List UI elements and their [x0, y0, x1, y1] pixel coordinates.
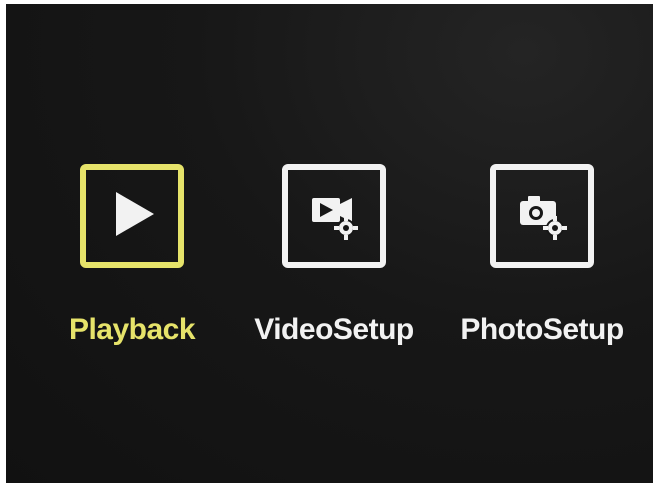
photo-settings-icon — [512, 184, 572, 249]
video-settings-icon — [304, 184, 364, 249]
menu-item-photosetup[interactable]: PhotoSetup — [442, 164, 642, 354]
playback-tile[interactable] — [80, 164, 184, 268]
camera-menu-screen: Playback VideoSetup PhotoSetup — [6, 4, 653, 483]
videosetup-label: VideoSetup — [254, 313, 414, 346]
photosetup-tile[interactable] — [490, 164, 594, 268]
play-icon — [104, 186, 160, 247]
playback-label: Playback — [68, 313, 196, 346]
photosetup-label: PhotoSetup — [460, 313, 624, 346]
videosetup-tile[interactable] — [282, 164, 386, 268]
menu-item-playback[interactable]: Playback — [32, 164, 232, 354]
menu-item-videosetup[interactable]: VideoSetup — [234, 164, 434, 354]
